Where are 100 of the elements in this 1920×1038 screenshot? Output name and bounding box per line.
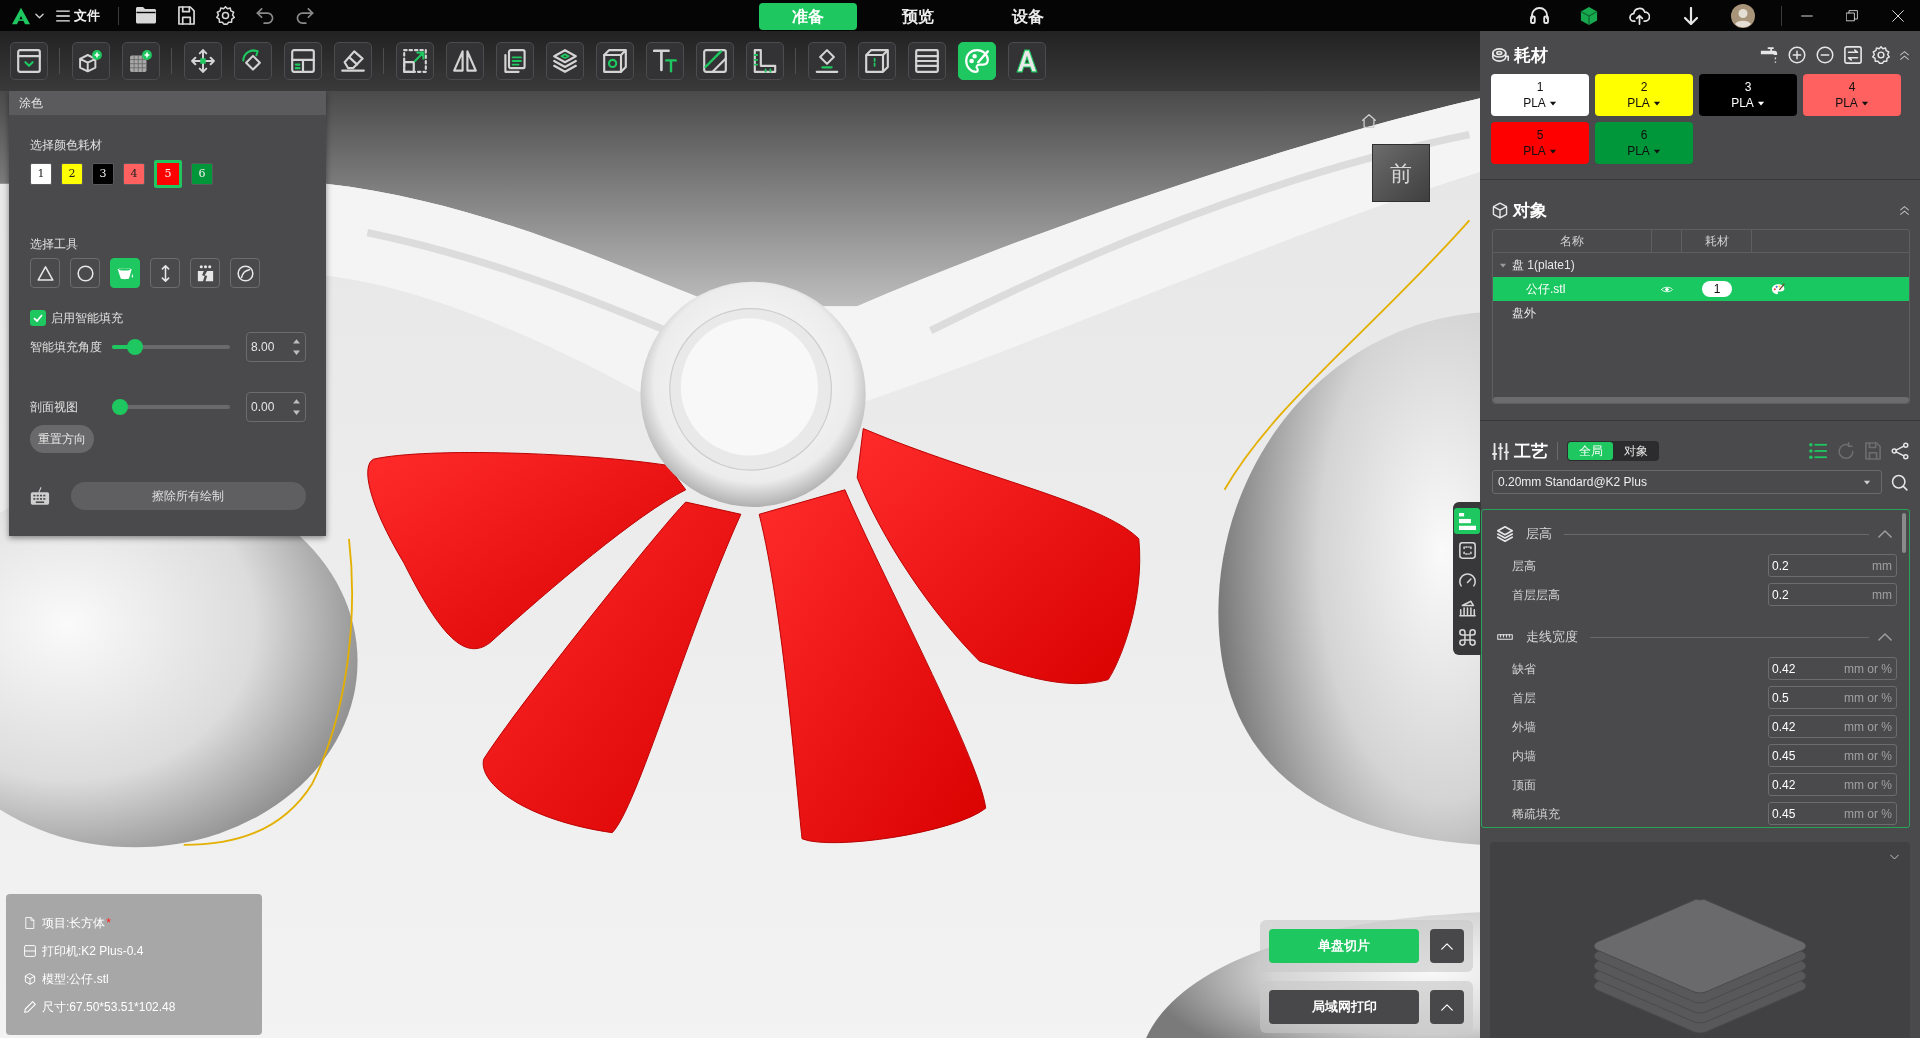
setting-input[interactable]: 0.45 mm or % xyxy=(1768,744,1897,767)
caret-down-icon[interactable] xyxy=(1499,262,1507,268)
tool-button[interactable] xyxy=(596,42,634,80)
mode-tab[interactable]: 设备 xyxy=(979,3,1077,30)
paint-tool-button[interactable] xyxy=(110,258,140,288)
cloud-upload-icon[interactable] xyxy=(1629,6,1650,25)
tool-button[interactable] xyxy=(808,42,846,80)
share-icon[interactable] xyxy=(1891,442,1909,460)
chevron-up-icon[interactable] xyxy=(1878,530,1892,538)
tree-row[interactable]: 公仔.stl 1 xyxy=(1493,277,1909,301)
preset-dropdown[interactable]: 0.20mm Standard@K2 Plus xyxy=(1492,470,1882,494)
tool-button[interactable] xyxy=(334,42,372,80)
headset-icon[interactable] xyxy=(1530,7,1549,24)
cube-icon[interactable] xyxy=(1580,5,1598,26)
tool-button[interactable] xyxy=(122,42,160,80)
home-icon[interactable] xyxy=(1362,114,1376,128)
tool-button[interactable] xyxy=(546,42,584,80)
settings-icon[interactable] xyxy=(1872,46,1890,64)
tool-button[interactable] xyxy=(234,42,272,80)
setting-input[interactable]: 0.42 mm or % xyxy=(1768,773,1897,796)
expand-button[interactable] xyxy=(1430,929,1464,963)
slider-thumb[interactable] xyxy=(127,339,144,355)
tree-row[interactable]: 盘 1(plate1) xyxy=(1493,253,1909,277)
paint-tool-button[interactable] xyxy=(30,258,60,288)
mode-tab[interactable]: 预览 xyxy=(869,3,967,30)
slider-track[interactable] xyxy=(112,339,230,355)
filament-badge[interactable]: 1 xyxy=(1702,281,1732,297)
caret-icon[interactable] xyxy=(35,12,44,19)
tool-button[interactable] xyxy=(696,42,734,80)
add-circle-icon[interactable] xyxy=(1788,46,1806,64)
column-header[interactable]: 名称 xyxy=(1560,232,1584,250)
filament-type-dropdown[interactable]: PLA xyxy=(1731,97,1765,109)
avatar-icon[interactable] xyxy=(1731,3,1755,28)
keyboard-icon[interactable] xyxy=(30,486,50,506)
view-cube[interactable]: 前 xyxy=(1372,144,1430,202)
slider-track[interactable] xyxy=(112,399,230,415)
remove-circle-icon[interactable] xyxy=(1816,46,1834,64)
tool-button[interactable] xyxy=(184,42,222,80)
palette-icon[interactable] xyxy=(1772,283,1785,295)
checkbox[interactable] xyxy=(30,310,46,326)
tool-button[interactable] xyxy=(646,42,684,80)
filament-swatch[interactable]: 4 xyxy=(123,163,145,185)
expand-button[interactable] xyxy=(1430,990,1464,1024)
tool-button[interactable] xyxy=(746,42,784,80)
tool-button[interactable] xyxy=(72,42,110,80)
app-logo-icon[interactable] xyxy=(11,6,31,25)
filament-type-dropdown[interactable]: PLA xyxy=(1835,97,1869,109)
tool-button[interactable] xyxy=(284,42,322,80)
spin-arrows-icon[interactable] xyxy=(293,339,300,355)
tool-button[interactable] xyxy=(1008,42,1046,80)
tool-button[interactable] xyxy=(908,42,946,80)
reset-button[interactable]: 重置方向 xyxy=(30,425,94,453)
tree-row[interactable]: 盘外 xyxy=(1493,301,1909,325)
scrollbar[interactable] xyxy=(1902,513,1906,553)
tool-button[interactable] xyxy=(396,42,434,80)
tool-button[interactable] xyxy=(446,42,484,80)
collapse-icon[interactable] xyxy=(1900,205,1909,215)
filament-type-dropdown[interactable]: PLA xyxy=(1523,97,1557,109)
filament-swatch[interactable]: 2 xyxy=(61,163,83,185)
filament-type-dropdown[interactable]: PLA xyxy=(1627,145,1661,157)
spin-box[interactable]: 0.00 xyxy=(246,392,306,422)
folder-icon[interactable] xyxy=(136,7,156,24)
paint-tool-button[interactable] xyxy=(190,258,220,288)
chevron-down-icon[interactable] xyxy=(1890,854,1899,860)
filament-swatch[interactable]: 3 xyxy=(92,163,114,185)
settings-icon[interactable] xyxy=(216,6,235,25)
setting-input[interactable]: 0.42 mm or % xyxy=(1768,657,1897,680)
file-menu[interactable]: 文件 xyxy=(56,9,100,22)
setting-input[interactable]: 0.2 mm xyxy=(1768,583,1897,606)
action-button[interactable]: 局域网打印 xyxy=(1269,990,1419,1024)
tool-button[interactable] xyxy=(858,42,896,80)
tool-button[interactable] xyxy=(10,42,48,80)
filament-swatch[interactable]: 6 xyxy=(191,163,213,185)
minimize-icon[interactable] xyxy=(1801,14,1813,17)
setting-input[interactable]: 0.45 mm or % xyxy=(1768,802,1897,825)
slider-thumb[interactable] xyxy=(112,399,128,415)
paint-tool-button[interactable] xyxy=(150,258,180,288)
list-icon[interactable] xyxy=(1809,443,1827,459)
filament-swatch[interactable]: 5 xyxy=(154,160,182,188)
scope-tab[interactable]: 对象 xyxy=(1613,442,1658,460)
undo-icon[interactable] xyxy=(256,7,274,24)
setting-input[interactable]: 0.42 mm or % xyxy=(1768,715,1897,738)
paint-tool-button[interactable] xyxy=(70,258,100,288)
clear-button[interactable]: 擦除所有绘制 xyxy=(70,482,306,510)
faucet-icon[interactable] xyxy=(1760,46,1778,64)
restore-icon[interactable] xyxy=(1846,9,1858,22)
filament-type-dropdown[interactable]: PLA xyxy=(1523,145,1557,157)
spin-box[interactable]: 8.00 xyxy=(246,332,306,362)
redo-icon[interactable] xyxy=(296,7,314,24)
tool-button[interactable] xyxy=(496,42,534,80)
download-icon[interactable] xyxy=(1684,6,1698,25)
collapse-icon[interactable] xyxy=(1900,50,1909,60)
scrollbar[interactable] xyxy=(1493,397,1909,403)
close-icon[interactable] xyxy=(1892,9,1904,22)
setting-input[interactable]: 0.5 mm or % xyxy=(1768,686,1897,709)
filament-swatch[interactable]: 1 xyxy=(30,163,52,185)
swap-icon[interactable] xyxy=(1844,46,1862,64)
filament-type-dropdown[interactable]: PLA xyxy=(1627,97,1661,109)
column-header[interactable]: 耗材 xyxy=(1704,232,1729,250)
setting-input[interactable]: 0.2 mm xyxy=(1768,554,1897,577)
